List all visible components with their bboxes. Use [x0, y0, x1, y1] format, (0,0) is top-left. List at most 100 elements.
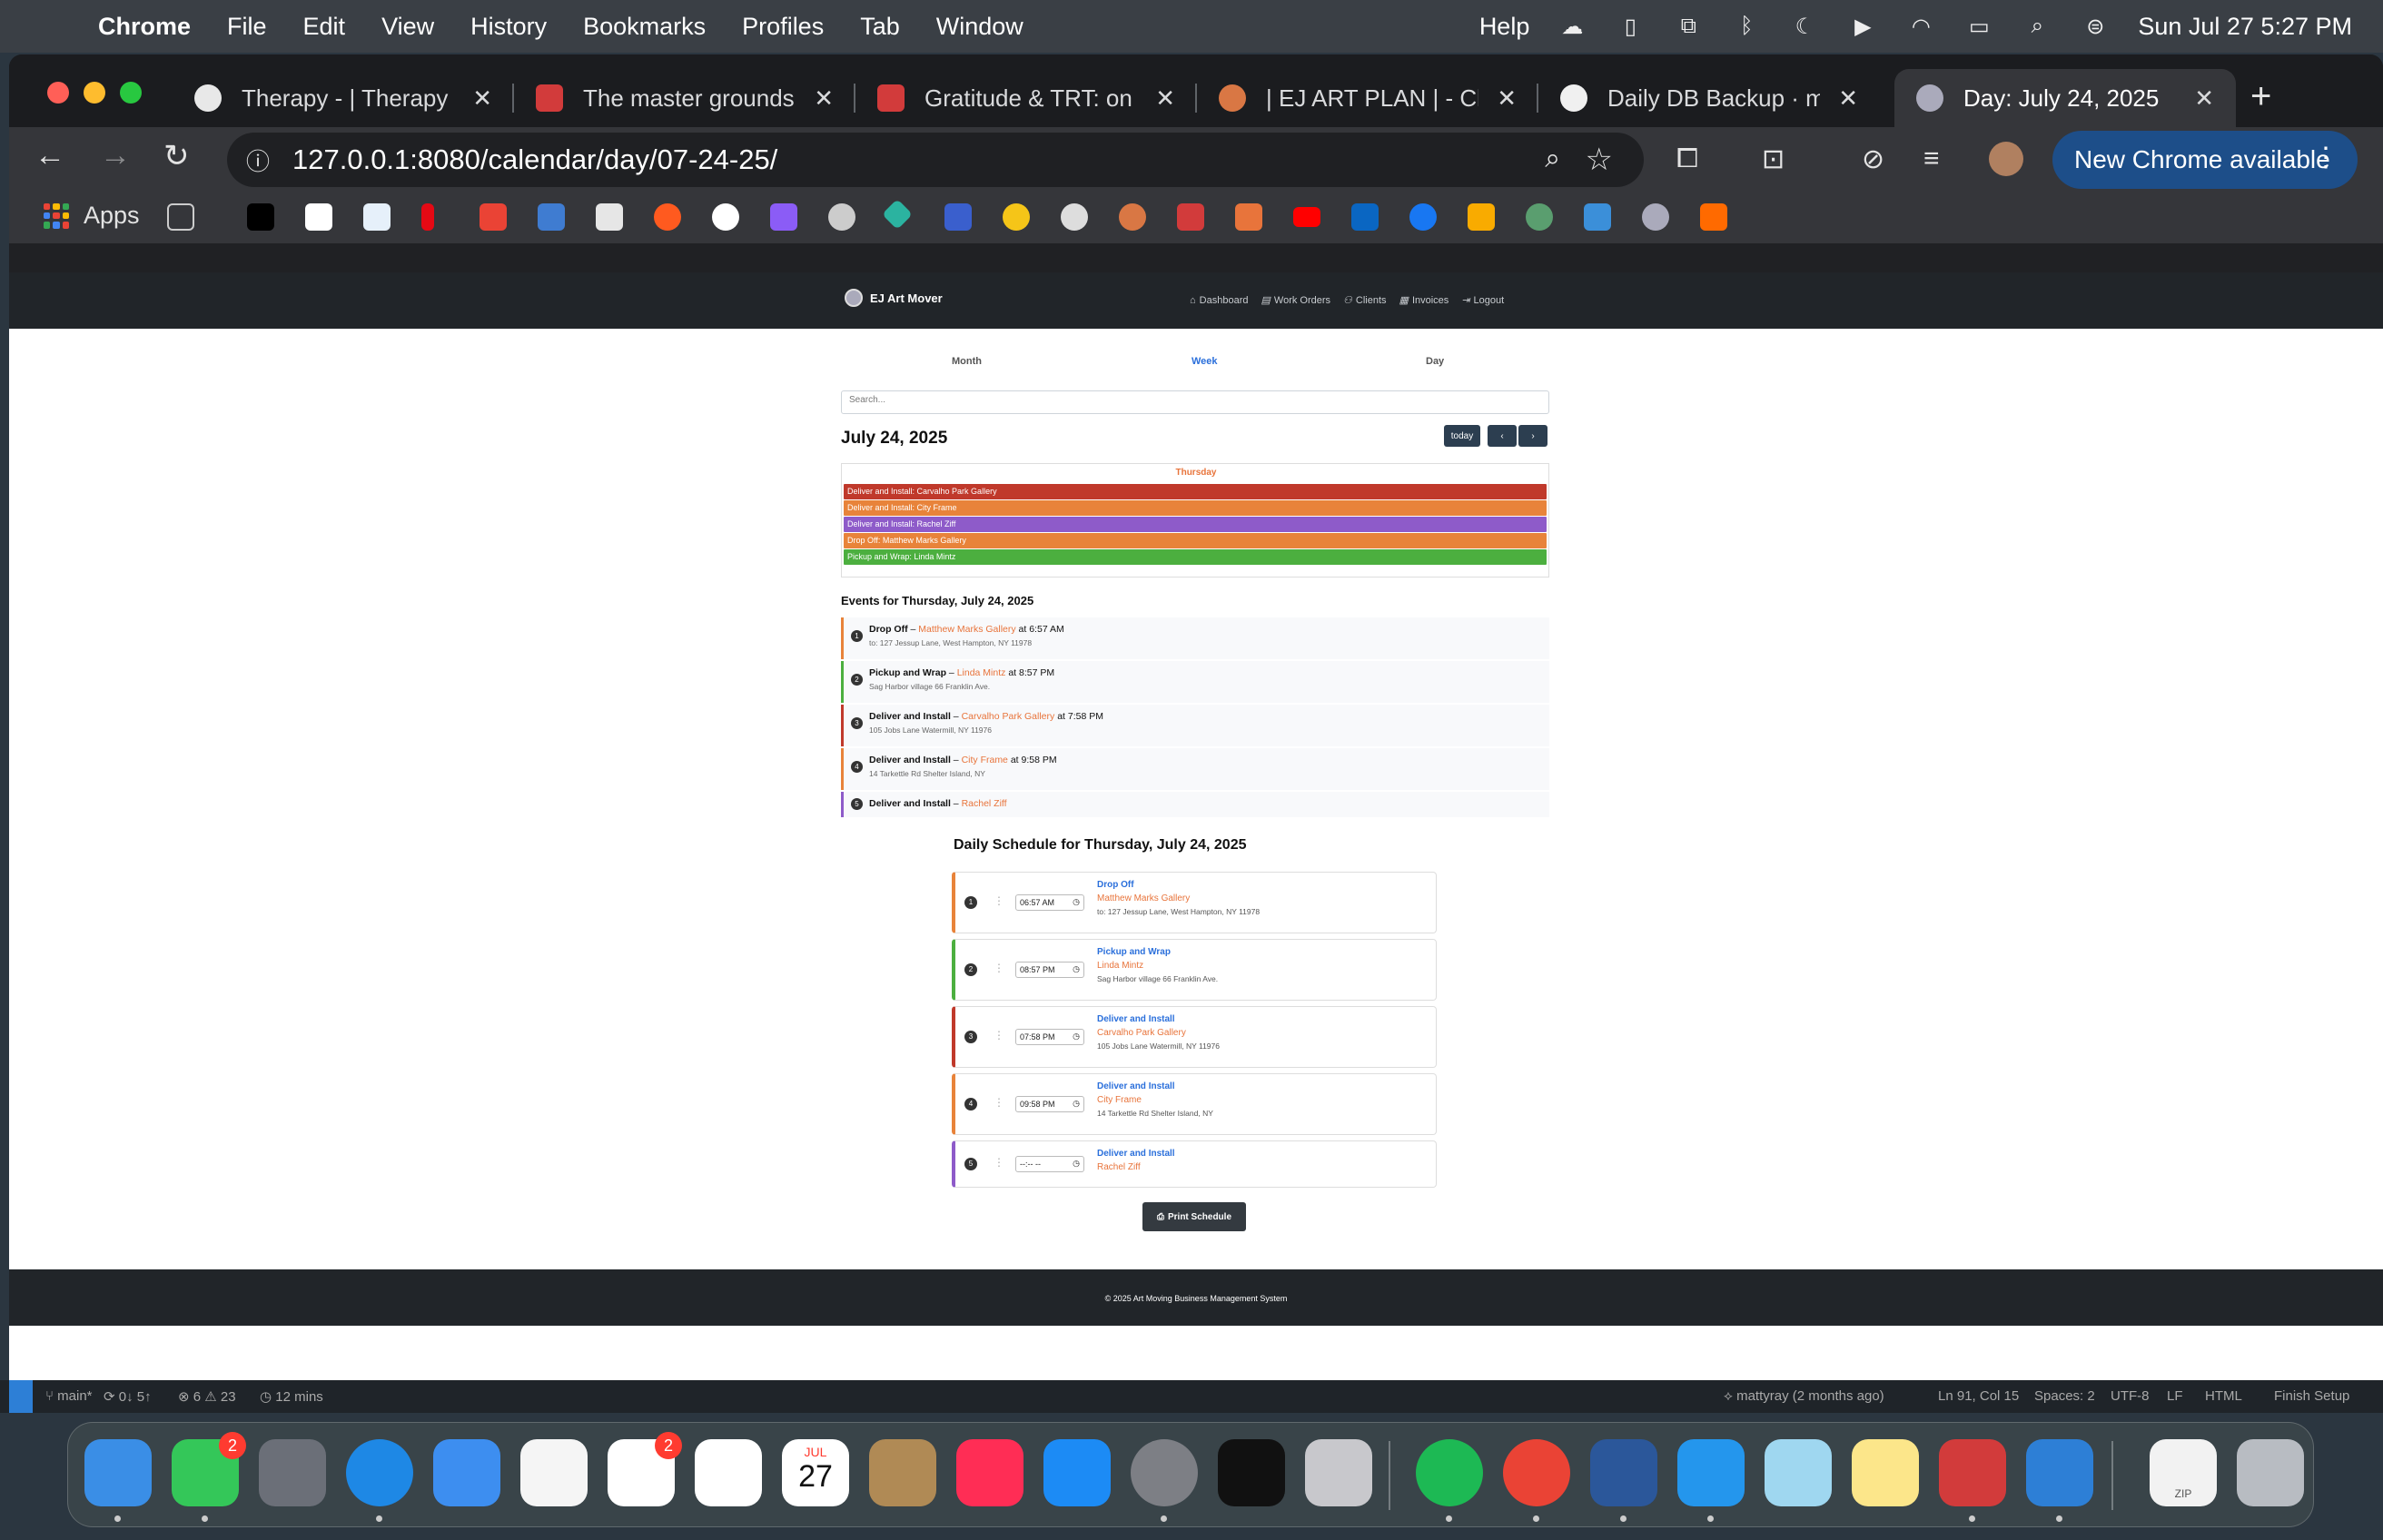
system-settings-icon[interactable]: [1131, 1439, 1198, 1506]
disney-icon[interactable]: [363, 203, 391, 231]
calendar-icon[interactable]: JUL 27: [782, 1439, 849, 1506]
stage-manager-icon[interactable]: ▯: [1615, 14, 1646, 39]
finder-icon[interactable]: [84, 1439, 152, 1506]
mail-icon[interactable]: [433, 1439, 500, 1506]
photos-icon[interactable]: [520, 1439, 588, 1506]
schedule-item[interactable]: 1 ⋮ 06:57 AM ◷ Drop Off Matthew Marks Gal…: [952, 872, 1437, 933]
calendar-event[interactable]: Pickup and Wrap: Linda Mintz: [844, 549, 1547, 565]
icloud-icon[interactable]: ☁: [1557, 14, 1587, 39]
app-bookmark-icon[interactable]: [1177, 203, 1204, 231]
line-column[interactable]: Ln 91, Col 15: [1938, 1388, 2019, 1404]
schedule-client[interactable]: City Frame: [1097, 1095, 1213, 1105]
url-text[interactable]: 127.0.0.1:8080/calendar/day/07-24-25/: [292, 143, 777, 176]
apps-bookmark[interactable]: Apps: [44, 202, 140, 230]
word-icon[interactable]: [1590, 1439, 1657, 1506]
freeform-icon[interactable]: [695, 1439, 762, 1506]
nav-logout[interactable]: ⇥ Logout: [1461, 294, 1504, 307]
reading-list-icon[interactable]: ≡: [1923, 143, 1940, 174]
encoding[interactable]: UTF-8: [2111, 1388, 2150, 1404]
menu-history[interactable]: History: [470, 13, 547, 41]
view-tab-month[interactable]: Month: [952, 356, 982, 367]
kindle-icon[interactable]: [1765, 1439, 1832, 1506]
globe-icon[interactable]: [828, 203, 855, 231]
event-client-link[interactable]: Linda Mintz: [957, 667, 1006, 678]
vscode-icon[interactable]: [2026, 1439, 2093, 1506]
dime-icon[interactable]: [596, 203, 623, 231]
event-list-item[interactable]: 5 Deliver and Install – Rachel Ziff: [841, 792, 1549, 817]
calendar-event[interactable]: Deliver and Install: City Frame: [844, 500, 1547, 516]
nav-invoices[interactable]: ▦ Invoices: [1399, 294, 1449, 307]
language-mode[interactable]: HTML: [2205, 1388, 2242, 1404]
browser-tab[interactable]: Gratitude & TRT: on Li ✕: [855, 69, 1197, 127]
zip-file-icon[interactable]: ZIP: [2150, 1439, 2217, 1506]
menubar-clock[interactable]: Sun Jul 27 5:27 PM: [2138, 13, 2352, 41]
prev-button[interactable]: ‹: [1488, 425, 1517, 447]
close-tab-icon[interactable]: ✕: [1838, 84, 1858, 113]
docker-icon[interactable]: [1677, 1439, 1745, 1506]
event-client-link[interactable]: Rachel Ziff: [962, 798, 1007, 809]
apple-tv-app-icon[interactable]: [1218, 1439, 1285, 1506]
event-list-item[interactable]: 2 Pickup and Wrap – Linda Mintz at 8:57 …: [841, 661, 1549, 703]
calendar-bookmark-icon[interactable]: [538, 203, 565, 231]
schedule-client[interactable]: Matthew Marks Gallery: [1097, 893, 1260, 903]
browser-tab-active[interactable]: Day: July 24, 2025 ✕: [1894, 69, 2236, 127]
schedule-item[interactable]: 5 ⋮ --:-- -- ◷ Deliver and Install Rachel…: [952, 1140, 1437, 1188]
menu-view[interactable]: View: [381, 13, 434, 41]
event-list-item[interactable]: 4 Deliver and Install – City Frame at 9:…: [841, 748, 1549, 790]
close-tab-icon[interactable]: ✕: [814, 84, 834, 113]
next-button[interactable]: ›: [1518, 425, 1547, 447]
tab-groups-icon[interactable]: [167, 203, 194, 231]
close-tab-icon[interactable]: ✕: [472, 84, 492, 113]
site-bookmark-icon[interactable]: [1642, 203, 1669, 231]
extensions-icon[interactable]: ⧠: [1676, 143, 1698, 174]
menu-tab[interactable]: Tab: [860, 13, 900, 41]
forward-icon[interactable]: →: [100, 138, 131, 173]
github-bookmark-icon[interactable]: [712, 203, 739, 231]
photo-booth-icon[interactable]: [1939, 1439, 2006, 1506]
schedule-time-input[interactable]: --:-- -- ◷: [1015, 1156, 1084, 1172]
contacts-icon[interactable]: [869, 1439, 936, 1506]
back-icon[interactable]: ←: [35, 138, 65, 173]
close-tab-icon[interactable]: ✕: [1497, 84, 1517, 113]
drag-handle-icon[interactable]: ⋮: [994, 1156, 1004, 1169]
app-store-icon[interactable]: [1043, 1439, 1111, 1506]
chatgpt-icon[interactable]: [1061, 203, 1088, 231]
launchpad-icon[interactable]: [259, 1439, 326, 1506]
facebook-icon[interactable]: [1409, 203, 1437, 231]
browser-tab[interactable]: Therapy - | Therapy V ✕: [173, 69, 514, 127]
schedule-item[interactable]: 2 ⋮ 08:57 PM ◷ Pickup and Wrap Linda Mint…: [952, 939, 1437, 1001]
trash-icon[interactable]: [2237, 1439, 2304, 1506]
remote-indicator-icon[interactable]: [9, 1380, 33, 1413]
schedule-time-input[interactable]: 07:58 PM ◷: [1015, 1029, 1084, 1045]
analytics-icon[interactable]: [1468, 203, 1495, 231]
end-of-line[interactable]: LF: [2167, 1388, 2183, 1404]
browser-tab[interactable]: The master grounds a ✕: [514, 69, 855, 127]
chrome-icon[interactable]: [1503, 1439, 1570, 1506]
diamond-icon[interactable]: [882, 199, 913, 230]
zoom-window-button[interactable]: [120, 82, 142, 104]
calendar-event[interactable]: Drop Off: Matthew Marks Gallery: [844, 533, 1547, 548]
schedule-item[interactable]: 3 ⋮ 07:58 PM ◷ Deliver and Install Carval…: [952, 1006, 1437, 1068]
apple-tv-icon[interactable]: [247, 203, 274, 231]
more-menu-icon[interactable]: ⋮: [2312, 142, 2339, 173]
battery-icon[interactable]: ▭: [1963, 14, 1994, 39]
new-tab-icon[interactable]: +: [2250, 76, 2271, 117]
browser-tab[interactable]: | EJ ART PLAN | - Cla ✕: [1197, 69, 1538, 127]
calendar-search-input[interactable]: Search...: [841, 390, 1549, 414]
drag-handle-icon[interactable]: ⋮: [994, 894, 1004, 907]
bluetooth-icon[interactable]: ᛒ: [1731, 14, 1762, 39]
bookmark-orange-icon[interactable]: [1235, 203, 1262, 231]
messages-icon[interactable]: 2: [172, 1432, 246, 1506]
schedule-client[interactable]: Carvalho Park Gallery: [1097, 1028, 1220, 1038]
zoom-icon[interactable]: ⌕: [1545, 143, 1560, 174]
proton-icon[interactable]: [770, 203, 797, 231]
screen-mirroring-icon[interactable]: ⧉: [1673, 14, 1704, 39]
close-tab-icon[interactable]: ✕: [2194, 84, 2214, 113]
notes-icon[interactable]: [1852, 1439, 1919, 1506]
bookmark-star-icon[interactable]: ☆: [1586, 142, 1613, 178]
bank-icon[interactable]: [944, 203, 972, 231]
menu-bookmarks[interactable]: Bookmarks: [583, 13, 706, 41]
nav-clients[interactable]: ⚇ Clients: [1343, 294, 1387, 307]
view-tab-week[interactable]: Week: [1192, 356, 1218, 367]
view-tab-day[interactable]: Day: [1426, 356, 1444, 367]
